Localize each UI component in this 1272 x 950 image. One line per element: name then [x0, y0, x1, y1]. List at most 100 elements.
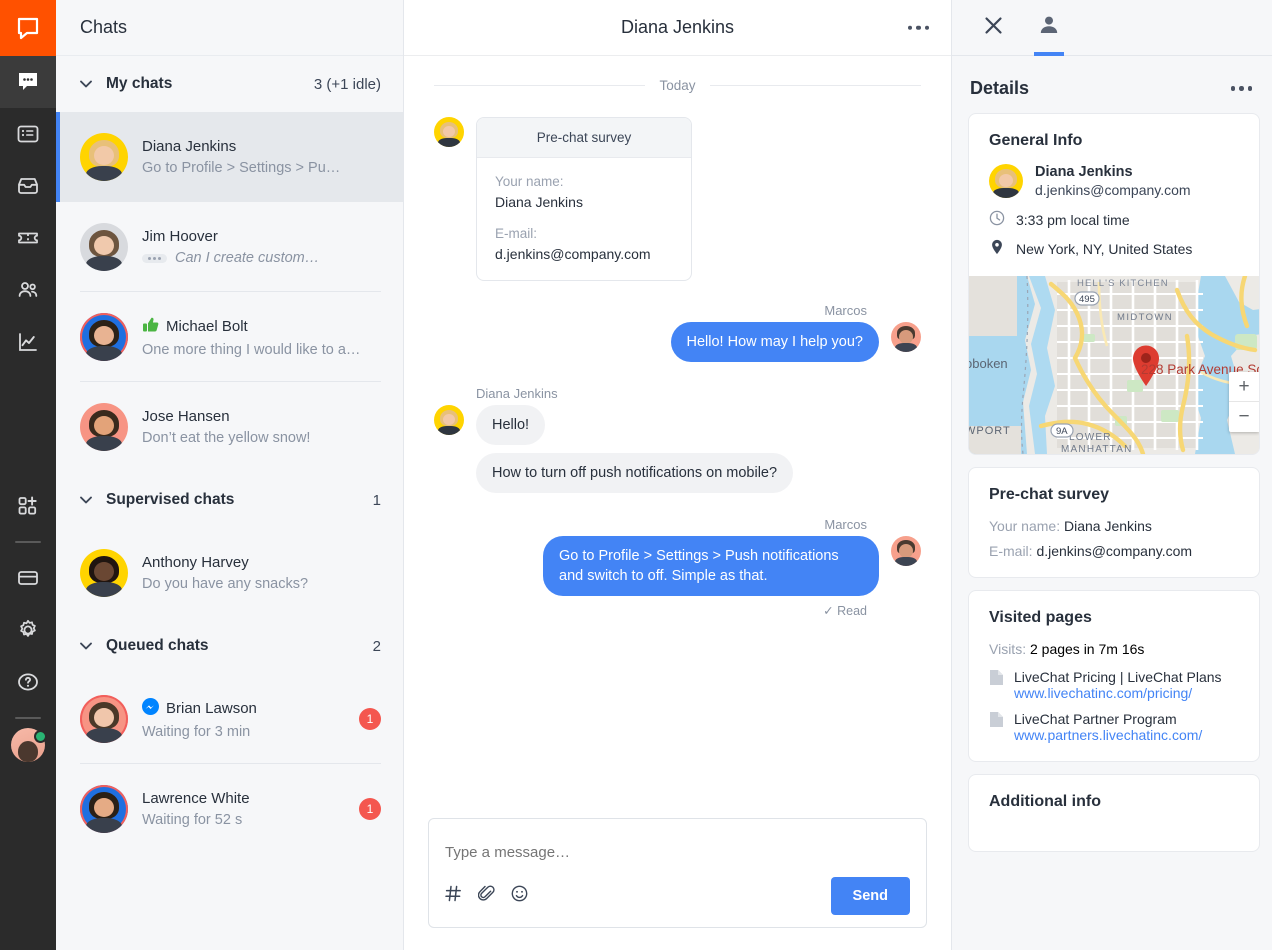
paperclip-icon[interactable]	[478, 885, 495, 907]
map-zoom-controls[interactable]: + −	[1229, 372, 1259, 432]
chevron-down-icon[interactable]	[78, 492, 96, 508]
map-zoom-in-button[interactable]: +	[1229, 372, 1259, 402]
svg-text:LOWER: LOWER	[1069, 432, 1112, 443]
rail-item-chats[interactable]	[0, 56, 56, 108]
rail-item-tickets-inbox[interactable]	[0, 160, 56, 212]
visited-page-url[interactable]: www.livechatinc.com/pricing/	[1014, 685, 1222, 701]
rail-item-billing[interactable]	[0, 552, 56, 604]
details-scroll[interactable]: General Info Diana Jenkins d.jenkins@com…	[952, 113, 1272, 950]
composer-icon-group	[445, 885, 831, 907]
pre-chat-survey-body: Pre-chat survey Your name: Diana Jenkins…	[969, 468, 1259, 577]
avatar	[80, 549, 128, 597]
list-item[interactable]: LiveChat Pricing | LiveChat Plans www.li…	[989, 669, 1239, 701]
hash-icon[interactable]	[445, 885, 462, 907]
message-bubble: How to turn off push notifications on mo…	[476, 453, 793, 493]
message-bubble: Hello! How may I help you?	[671, 322, 880, 362]
list-item[interactable]: LiveChat Partner Program www.partners.li…	[989, 711, 1239, 743]
svg-text:495: 495	[1079, 294, 1095, 305]
unread-badge: 1	[359, 798, 381, 820]
more-horizontal-icon[interactable]	[1231, 86, 1253, 91]
chat-item-name: Lawrence White	[142, 790, 345, 807]
details-title-row: Details	[952, 56, 1272, 113]
conversation-panel: Diana Jenkins Today Pre-chat survey	[404, 0, 952, 950]
day-separator: Today	[434, 78, 921, 93]
conversation-header: Diana Jenkins	[404, 0, 951, 56]
avatar	[80, 695, 128, 743]
survey-body: Your name: Diana Jenkins E-mail: d.jenki…	[477, 158, 691, 280]
chat-list-header: Chats	[56, 0, 403, 56]
chat-list-item[interactable]: Jose Hansen Don’t eat the yellow snow!	[56, 382, 403, 472]
livechat-app: Chats My chats3 (+1 idle)Diana JenkinsGo…	[0, 0, 1272, 950]
additional-info-card: Additional info	[968, 774, 1260, 852]
chat-item-name: Jim Hoover	[142, 228, 381, 245]
local-time-value: 3:33 pm local time	[1016, 212, 1130, 228]
chat-group-header-my-chats[interactable]: My chats3 (+1 idle)	[56, 56, 403, 112]
avatar	[989, 164, 1023, 198]
chevron-down-icon[interactable]	[78, 76, 96, 92]
customer-identity-text: Diana Jenkins d.jenkins@company.com	[1035, 164, 1191, 198]
rail-item-help[interactable]	[0, 656, 56, 708]
chat-item-preview: Waiting for 52 s	[142, 812, 345, 828]
rail-item-engage[interactable]	[0, 212, 56, 264]
avatar	[434, 405, 464, 435]
chat-group-header-supervised-chats[interactable]: Supervised chats1	[56, 472, 403, 528]
message-sender: Marcos	[434, 303, 867, 318]
visited-page-title: LiveChat Partner Program	[1014, 711, 1202, 727]
rail-item-archives[interactable]	[0, 108, 56, 160]
chat-list-body[interactable]: My chats3 (+1 idle)Diana JenkinsGo to Pr…	[56, 56, 403, 950]
chat-name-text: Diana Jenkins	[142, 138, 236, 155]
document-icon	[989, 711, 1004, 743]
chat-preview-text: Do you have any snacks?	[142, 576, 308, 592]
chat-list-item[interactable]: Lawrence White Waiting for 52 s 1	[56, 764, 403, 854]
avatar	[891, 322, 921, 352]
rail-item-settings[interactable]	[0, 604, 56, 656]
message-input[interactable]	[445, 835, 910, 869]
chat-group-count: 3 (+1 idle)	[314, 76, 381, 93]
customer-name: Diana Jenkins	[1035, 164, 1191, 180]
close-panel-button[interactable]	[970, 0, 1016, 56]
avatar	[80, 223, 128, 271]
visited-page-url[interactable]: www.partners.livechatinc.com/	[1014, 727, 1202, 743]
chat-item-name: Anthony Harvey	[142, 554, 381, 571]
chevron-down-icon[interactable]	[78, 638, 96, 654]
rail-divider-2	[15, 717, 41, 719]
rail-item-reports[interactable]	[0, 316, 56, 368]
message-group-customer: Diana Jenkins Hello! How to turn off pus…	[434, 386, 921, 493]
chat-name-text: Jim Hoover	[142, 228, 218, 245]
chat-preview-text: Don’t eat the yellow snow!	[142, 430, 310, 446]
page-title: Chats	[80, 17, 127, 38]
avatar[interactable]	[11, 728, 45, 762]
livechat-logo-icon[interactable]	[0, 0, 56, 56]
composer-box[interactable]: Send	[428, 818, 927, 928]
close-icon	[983, 15, 1004, 41]
chat-list-item[interactable]: Anthony Harvey Do you have any snacks?	[56, 528, 403, 618]
emoji-icon[interactable]	[511, 885, 528, 907]
map-zoom-out-button[interactable]: −	[1229, 402, 1259, 432]
chat-group-header-queued-chats[interactable]: Queued chats2	[56, 618, 403, 674]
rail-item-apps[interactable]	[0, 480, 56, 532]
send-button[interactable]: Send	[831, 877, 910, 915]
avatar-face	[18, 741, 38, 762]
chat-preview-text: Can I create custom…	[175, 250, 319, 266]
chat-list-item[interactable]: Michael BoltOne more thing I would like …	[56, 292, 403, 382]
message-sender: Diana Jenkins	[476, 386, 921, 401]
chat-list-item[interactable]: Diana JenkinsGo to Profile > Settings > …	[56, 112, 403, 202]
avatar	[80, 403, 128, 451]
chat-name-text: Michael Bolt	[166, 318, 248, 335]
survey-row-value: Diana Jenkins	[1064, 518, 1152, 534]
message-group-agent-2: Marcos Go to Profile > Settings > Push n…	[434, 517, 921, 618]
survey-field-value: Diana Jenkins	[495, 194, 673, 210]
location-map[interactable]: HELL'S KITCHEN MIDTOWN oboken WPORT LOWE…	[969, 276, 1259, 454]
clock-icon	[989, 210, 1005, 229]
message-row: Hello! How to turn off push notification…	[434, 405, 921, 493]
chat-list-item[interactable]: Brian LawsonWaiting for 3 min1	[56, 674, 403, 764]
rail-item-team[interactable]	[0, 264, 56, 316]
chat-name-text: Jose Hansen	[142, 408, 230, 425]
unread-badge: 1	[359, 708, 381, 730]
more-horizontal-icon[interactable]	[908, 25, 930, 30]
chat-list-item[interactable]: Jim Hoover Can I create custom…	[56, 202, 403, 292]
pre-chat-survey-card: Pre-chat survey Your name: Diana Jenkins…	[476, 117, 692, 281]
tab-customer-details[interactable]	[1026, 0, 1072, 56]
pre-chat-survey-card: Pre-chat survey Your name: Diana Jenkins…	[968, 467, 1260, 578]
survey-field-label: Your name:	[495, 174, 673, 189]
